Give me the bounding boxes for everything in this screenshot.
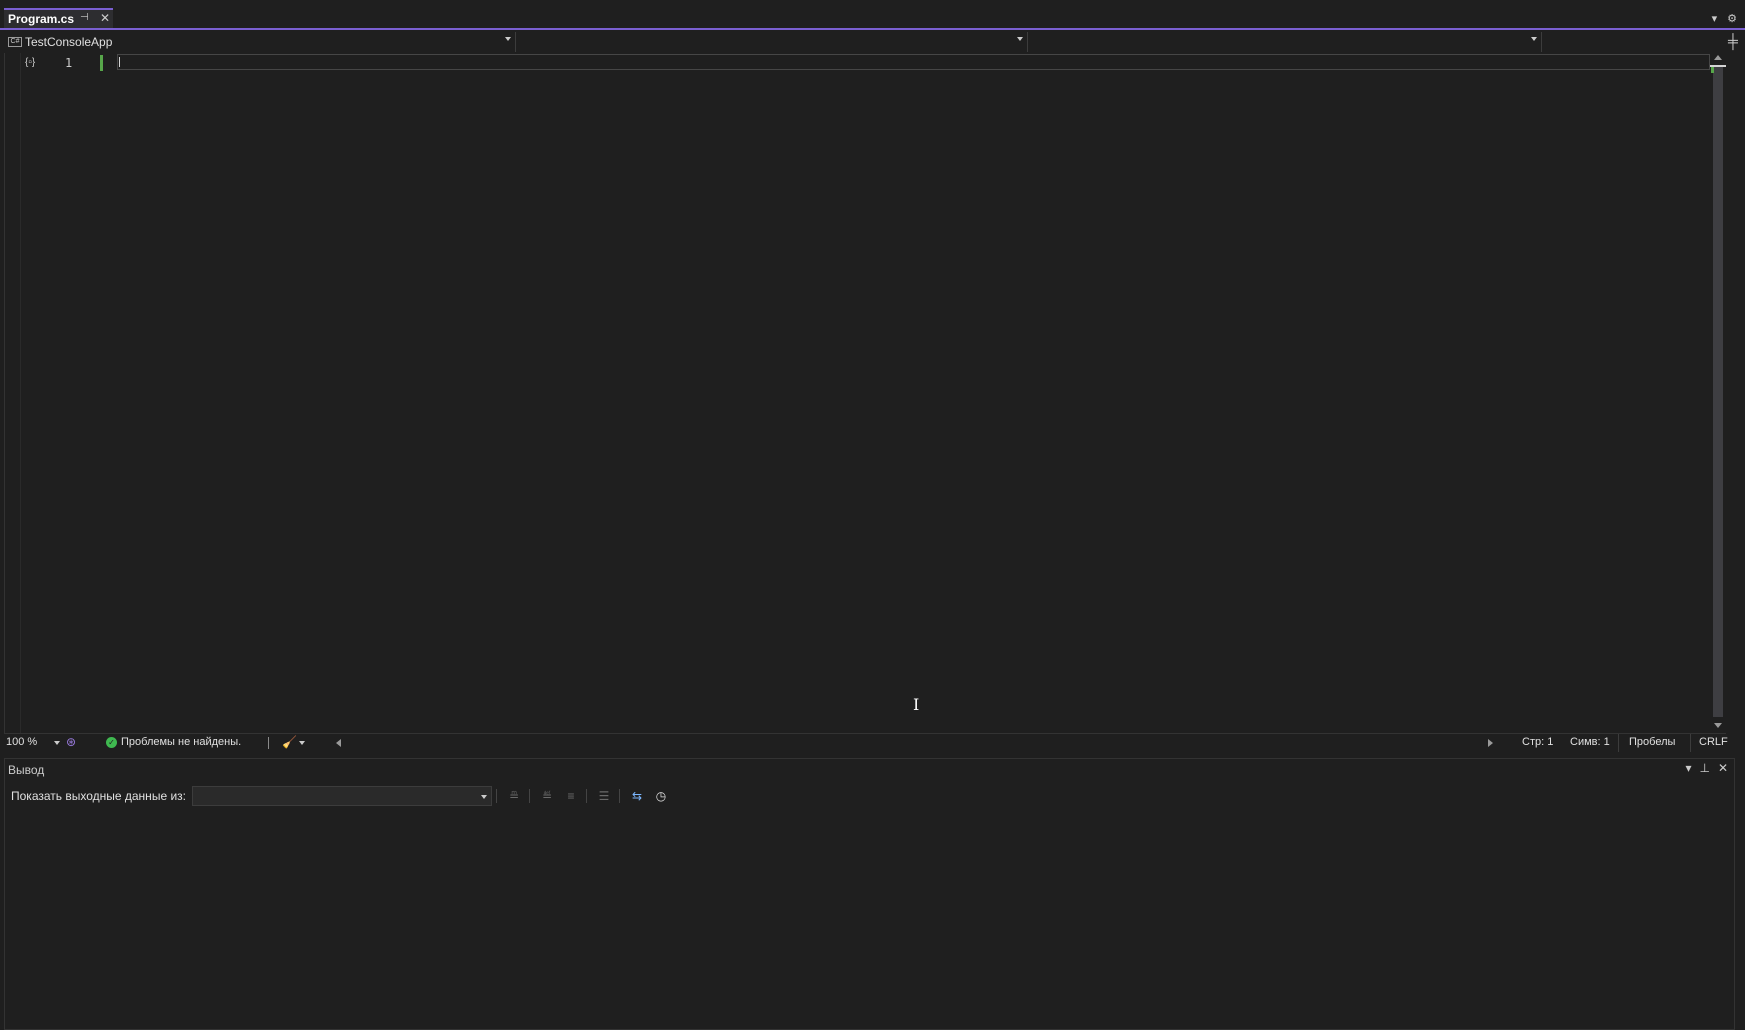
clock-icon[interactable]: ◷ [650,786,672,806]
scroll-down-arrow-icon[interactable] [1714,723,1722,728]
code-health-icon[interactable]: ⊛ [66,735,76,749]
type-dropdown[interactable] [516,32,1028,52]
change-tracking-bar [100,55,103,71]
chevron-down-icon [1017,37,1023,41]
divider [1690,734,1691,752]
output-source-dropdown[interactable] [191,786,492,806]
namespace-icon: {▫} [25,57,36,68]
ibeam-cursor-icon: I [913,695,920,714]
scrollbar-change-marker [1711,67,1714,73]
line-position[interactable]: Стр: 1 [1522,736,1553,748]
pin-icon[interactable]: ⊥ [1699,761,1709,775]
divider [528,789,530,803]
issues-indicator[interactable]: ✓ Проблемы не найдены. [106,736,241,748]
output-panel-title: Вывод [8,763,45,777]
next-message-icon[interactable]: ≡ [560,786,582,806]
gear-icon[interactable]: ⚙ [1727,12,1737,25]
chevron-down-icon[interactable]: ▾ [1685,761,1691,775]
close-icon[interactable]: ✕ [1718,761,1728,775]
scroll-left-arrow-icon[interactable] [336,739,341,747]
word-wrap-icon[interactable]: ⇆ [626,786,648,806]
code-cleanup-icon[interactable]: 🧹 [282,735,297,749]
divider [585,789,587,803]
scroll-right-arrow-icon[interactable] [1488,739,1493,747]
line-number: 1 [65,56,73,70]
pin-icon[interactable]: ⊣ [80,12,89,23]
text-caret [119,57,120,67]
chevron-down-icon[interactable]: ▾ [1712,12,1718,25]
document-tab-strip: Program.cs ⊣ ✕ ▾ ⚙ [0,0,1745,30]
current-line-highlight [117,54,1710,70]
vertical-scrollbar[interactable] [1710,53,1726,733]
issues-text: Проблемы не найдены. [121,736,242,748]
close-icon[interactable]: ✕ [100,11,110,25]
chevron-down-icon[interactable] [299,741,305,745]
tabstrip-controls: ▾ ⚙ [1712,12,1737,25]
csharp-project-icon: C# [8,37,22,47]
member-dropdown[interactable] [1028,32,1542,52]
scrollbar-thumb[interactable] [1713,67,1723,717]
divider [495,789,497,803]
previous-message-icon[interactable]: ≝ [536,786,558,806]
indicator-margin [5,53,21,733]
chevron-down-icon [480,795,487,799]
right-edge [1740,55,1745,755]
output-panel: Вывод ▾ ⊥ ✕ Показать выходные данные из:… [4,758,1735,1030]
split-window-icon[interactable]: ╪ [1725,34,1741,50]
column-position[interactable]: Симв: 1 [1570,736,1610,748]
code-editor[interactable]: {▫} 1 I [4,53,1710,733]
indentation-mode[interactable]: Пробелы [1629,736,1675,748]
zoom-level[interactable]: 100 % [6,736,37,748]
line-ending[interactable]: CRLF [1699,736,1728,748]
tab-program-cs[interactable]: Program.cs ⊣ ✕ [4,8,113,28]
scroll-up-arrow-icon[interactable] [1714,55,1722,60]
show-output-label: Показать выходные данные из: [11,789,186,803]
tab-title: Program.cs [8,12,75,26]
chevron-down-icon[interactable] [54,741,60,745]
output-toolbar: Показать выходные данные из: ≞ ≝ ≡ ☰ ⇆ ◷ [11,785,672,807]
chevron-down-icon [505,37,511,41]
divider [618,789,620,803]
find-message-icon[interactable]: ≞ [503,786,525,806]
check-circle-icon: ✓ [106,736,117,748]
navigation-bar: C# TestConsoleApp [4,32,1743,52]
project-dropdown[interactable]: C# TestConsoleApp [4,32,516,52]
divider [1618,734,1619,752]
clear-all-icon[interactable]: ☰ [593,786,615,806]
panel-controls: ▾ ⊥ ✕ [1685,761,1728,775]
project-name: TestConsoleApp [25,35,113,49]
editor-status-bar: 100 % ⊛ ✓ Проблемы не найдены. 🧹 Стр: 1 … [4,733,1728,752]
divider [268,737,269,749]
chevron-down-icon [1531,37,1537,41]
